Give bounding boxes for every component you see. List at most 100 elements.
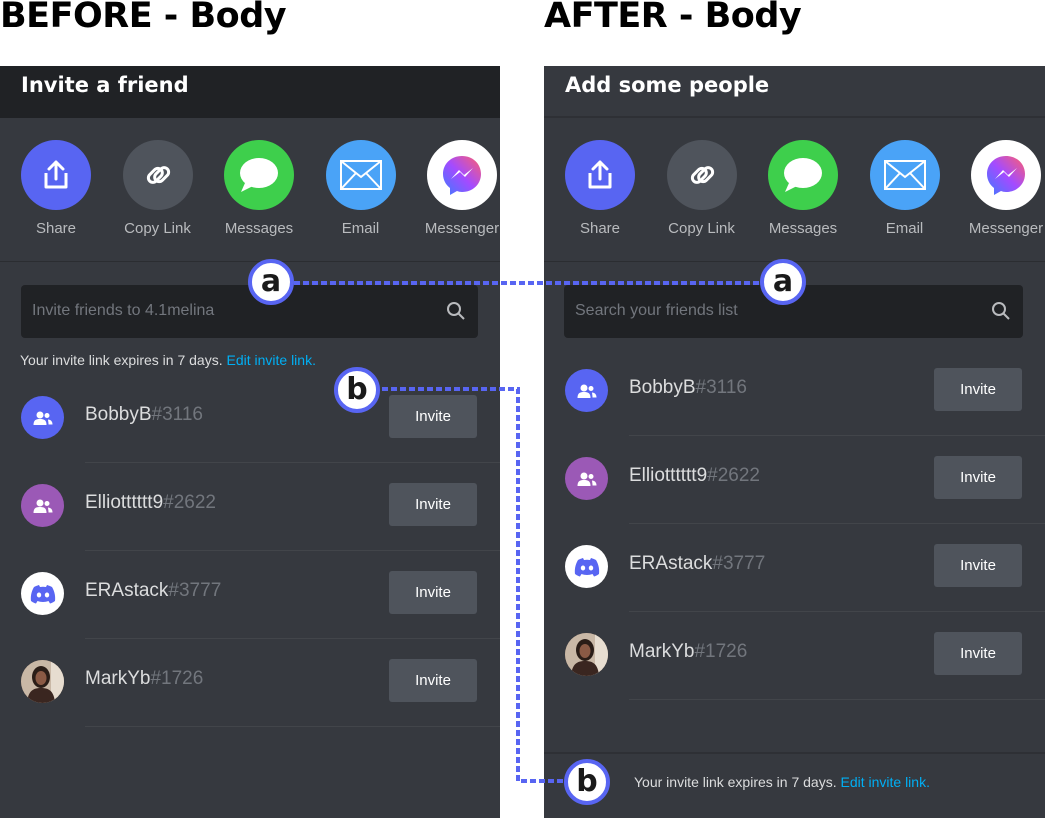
messenger-icon [427, 140, 497, 210]
after-footer: Your invite link expires in 7 days. Edit… [544, 752, 1045, 818]
friend-name: Elliotttttt9 [85, 492, 164, 513]
before-title: Invite a friend [21, 73, 189, 97]
before-title-bar: Invite a friend [0, 66, 500, 118]
invite-button[interactable]: Invite [934, 544, 1022, 587]
after-title: Add some people [565, 73, 770, 97]
share-option-label: Copy Link [124, 220, 191, 237]
friend-username: MarkYb#1726 [85, 668, 203, 690]
share-option-label: Messages [224, 220, 294, 237]
marker-a-after: a [760, 259, 806, 305]
invite-button[interactable]: Invite [389, 483, 477, 526]
share-option-label: Share [579, 220, 621, 237]
avatar [565, 633, 608, 676]
row-divider [629, 699, 1045, 700]
friend-row: ERAstack#3777 Invite [544, 524, 1045, 612]
message-bubble-icon [768, 140, 838, 210]
friend-row: Elliotttttt9#2622 Invite [544, 436, 1045, 524]
friend-username: Elliotttttt9#2622 [629, 465, 760, 487]
share-option-label: Share [35, 220, 77, 237]
share-option-messenger[interactable]: Messenger [951, 140, 1045, 237]
message-bubble-icon [224, 140, 294, 210]
marker-b-after: b [564, 759, 610, 805]
discord-logo-icon [21, 572, 64, 615]
share-option-label: Email [885, 220, 924, 237]
link-icon [122, 140, 193, 210]
share-option-messages[interactable]: Messages [748, 140, 858, 237]
friend-row: ERAstack#3777 Invite [0, 551, 500, 639]
after-edit-invite-link[interactable]: Edit invite link. [840, 774, 929, 790]
share-option-share[interactable]: Share [545, 140, 655, 237]
after-expire-text: Your invite link expires in 7 days. [634, 774, 837, 790]
share-option-label: Email [341, 220, 380, 237]
share-option-messages[interactable]: Messages [204, 140, 314, 237]
friend-username: ERAstack#3777 [85, 580, 221, 602]
after-panel: Add some people Share Copy Link Messages Em… [544, 66, 1045, 818]
before-search-input[interactable]: Invite friends to 4.1melina [21, 285, 478, 338]
invite-button[interactable]: Invite [389, 659, 477, 702]
share-option-copy-link[interactable]: Copy Link [647, 140, 757, 237]
friend-discriminator: #3777 [168, 580, 222, 601]
friend-username: Elliotttttt9#2622 [85, 492, 216, 514]
share-icon [565, 140, 635, 210]
avatar [21, 660, 64, 703]
after-search-placeholder: Search your friends list [575, 302, 738, 319]
marker-a-before: a [248, 259, 294, 305]
friend-row: Elliotttttt9#2622 Invite [0, 463, 500, 551]
friend-name: ERAstack [85, 580, 169, 601]
invite-button[interactable]: Invite [934, 632, 1022, 675]
share-option-copy-link[interactable]: Copy Link [103, 140, 213, 237]
discord-logo-icon [565, 545, 608, 588]
friend-discriminator: #1726 [150, 668, 204, 689]
friend-username: MarkYb#1726 [629, 641, 747, 663]
share-options: Share Copy Link Messages Email Messenger [544, 118, 1045, 262]
before-expire-text: Your invite link expires in 7 days. [20, 352, 223, 368]
friends-icon [21, 396, 64, 439]
after-title-bar: Add some people [544, 66, 1045, 118]
search-icon [991, 301, 1011, 325]
friend-name: Elliotttttt9 [629, 465, 708, 486]
marker-b-before: b [334, 367, 380, 413]
friend-discriminator: #3777 [712, 553, 766, 574]
share-option-label: Messenger [424, 220, 500, 237]
friend-discriminator: #2622 [163, 492, 216, 513]
before-edit-invite-link[interactable]: Edit invite link. [226, 352, 315, 368]
friend-username: ERAstack#3777 [629, 553, 765, 575]
friends-icon [565, 369, 608, 412]
invite-button[interactable]: Invite [934, 456, 1022, 499]
share-option-messenger[interactable]: Messenger [407, 140, 500, 237]
friend-username: BobbyB#3116 [85, 404, 203, 426]
share-options: Share Copy Link Messages Email Messenger [0, 118, 500, 262]
invite-button[interactable]: Invite [389, 395, 477, 438]
link-icon [666, 140, 737, 210]
share-option-email[interactable]: Email [306, 140, 416, 237]
heading-before: BEFORE - Body [0, 0, 287, 36]
invite-button[interactable]: Invite [934, 368, 1022, 411]
after-expire-notice: Your invite link expires in 7 days. Edit… [634, 774, 930, 790]
share-icon [21, 140, 91, 210]
invite-button[interactable]: Invite [389, 571, 477, 614]
friend-name: ERAstack [629, 553, 713, 574]
before-expire-notice: Your invite link expires in 7 days. Edit… [20, 352, 316, 368]
friend-name: MarkYb [629, 641, 695, 662]
row-divider [85, 726, 500, 727]
messenger-icon [971, 140, 1041, 210]
share-option-share[interactable]: Share [1, 140, 111, 237]
friend-name: BobbyB [629, 377, 696, 398]
before-panel: Invite a friend Share Copy Link Messages Em… [0, 66, 500, 818]
envelope-icon [869, 140, 940, 210]
friend-discriminator: #2622 [707, 465, 760, 486]
friend-name: MarkYb [85, 668, 151, 689]
friend-username: BobbyB#3116 [629, 377, 747, 399]
share-option-label: Messages [768, 220, 838, 237]
friend-discriminator: #3116 [695, 377, 747, 398]
friend-discriminator: #1726 [694, 641, 748, 662]
search-icon [446, 301, 466, 325]
share-option-email[interactable]: Email [850, 140, 960, 237]
share-option-label: Messenger [968, 220, 1044, 237]
envelope-icon [325, 140, 396, 210]
friend-row: MarkYb#1726 Invite [544, 612, 1045, 700]
friend-name: BobbyB [85, 404, 152, 425]
friend-row: MarkYb#1726 Invite [0, 639, 500, 727]
friends-icon [21, 484, 64, 527]
friend-discriminator: #3116 [151, 404, 203, 425]
